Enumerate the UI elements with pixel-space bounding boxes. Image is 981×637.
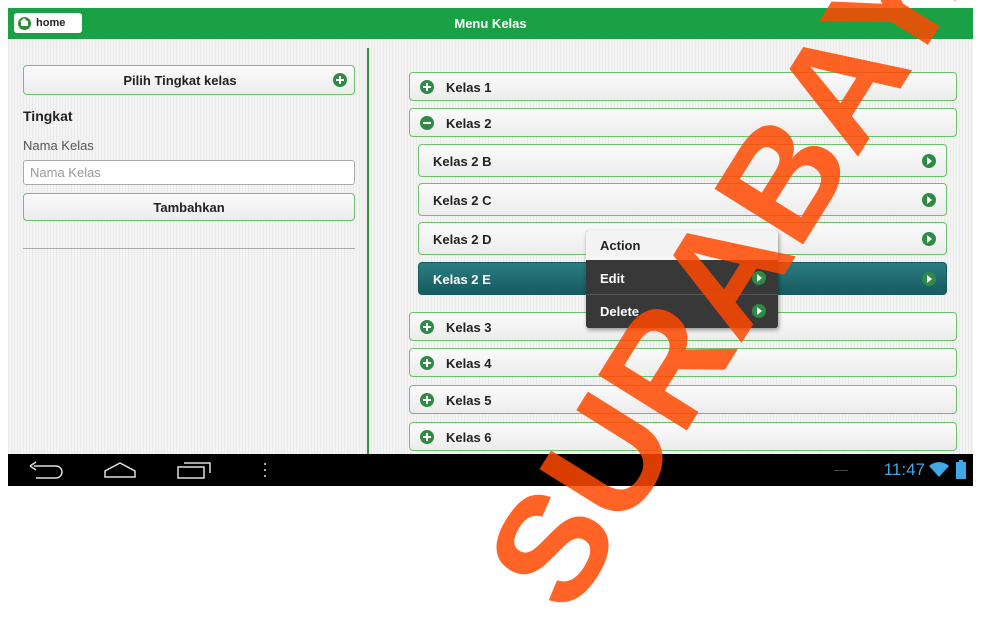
tambahkan-button[interactable]: Tambahkan <box>23 193 355 221</box>
tingkat-heading: Tingkat <box>23 108 73 124</box>
clock: 11:47 <box>883 460 925 479</box>
nama-kelas-label: Nama Kelas <box>23 138 94 153</box>
arrow-right-icon <box>752 271 766 285</box>
context-menu: Action Edit Delete <box>586 230 778 328</box>
system-nav-bar: 11:47 <box>8 454 973 486</box>
list-item-kelas-1[interactable]: Kelas 1 <box>409 72 957 101</box>
menu-item-delete[interactable]: Delete <box>586 295 778 327</box>
arrow-right-icon[interactable] <box>922 272 936 286</box>
menu-item-delete-label: Delete <box>600 304 640 319</box>
list-item-kelas-6[interactable]: Kelas 6 <box>409 422 957 451</box>
plus-circle-icon <box>333 73 347 87</box>
expand-icon <box>420 80 434 94</box>
context-menu-title-text: Action <box>600 238 641 253</box>
list-item-label: Kelas 1 <box>446 80 492 95</box>
expand-icon <box>420 393 434 407</box>
pilih-tingkat-label: Pilih Tingkat kelas <box>123 73 237 88</box>
top-bar: home Menu Kelas <box>8 8 973 39</box>
list-item-kelas-2c[interactable]: Kelas 2 C <box>418 183 947 216</box>
left-divider <box>23 248 355 249</box>
arrow-right-icon[interactable] <box>922 154 936 168</box>
expand-icon <box>420 356 434 370</box>
menu-item-edit-label: Edit <box>600 271 625 286</box>
list-item-kelas-2b[interactable]: Kelas 2 B <box>418 144 947 177</box>
list-item-label: Kelas 4 <box>446 356 492 371</box>
arrow-right-icon[interactable] <box>922 193 936 207</box>
list-item-label: Kelas 2 E <box>433 272 491 287</box>
list-item-label: Kelas 2 B <box>433 154 492 169</box>
context-menu-title: Action <box>586 230 778 260</box>
arrow-right-icon <box>752 304 766 318</box>
expand-icon <box>420 320 434 334</box>
recent-apps-icon[interactable] <box>176 461 212 479</box>
list-item-label: Kelas 6 <box>446 430 492 445</box>
nama-kelas-input[interactable] <box>23 160 355 185</box>
back-icon[interactable] <box>28 461 66 479</box>
list-item-label: Kelas 5 <box>446 393 492 408</box>
list-item-label: Kelas 2 <box>446 116 492 131</box>
wifi-icon <box>929 462 949 477</box>
battery-icon <box>956 460 966 479</box>
list-item-kelas-2[interactable]: Kelas 2 <box>409 108 957 137</box>
home-nav-icon[interactable] <box>103 461 137 479</box>
list-item-label: Kelas 3 <box>446 320 492 335</box>
page-title: Menu Kelas <box>454 16 527 31</box>
menu-item-edit[interactable]: Edit <box>586 262 778 294</box>
list-item-label: Kelas 2 D <box>433 232 492 247</box>
list-item-label: Kelas 2 C <box>433 193 492 208</box>
pane-divider <box>367 48 369 458</box>
tambahkan-label: Tambahkan <box>153 200 225 215</box>
menu-dots-icon[interactable] <box>262 461 268 479</box>
list-item-kelas-4[interactable]: Kelas 4 <box>409 348 957 377</box>
pilih-tingkat-button[interactable]: Pilih Tingkat kelas <box>23 65 355 95</box>
arrow-right-icon[interactable] <box>922 232 936 246</box>
app-frame: home Menu Kelas Pilih Tingkat kelas Ting… <box>8 8 973 486</box>
status-divider <box>834 470 848 471</box>
collapse-icon <box>420 116 434 130</box>
list-item-kelas-5[interactable]: Kelas 5 <box>409 385 957 414</box>
expand-icon <box>420 430 434 444</box>
